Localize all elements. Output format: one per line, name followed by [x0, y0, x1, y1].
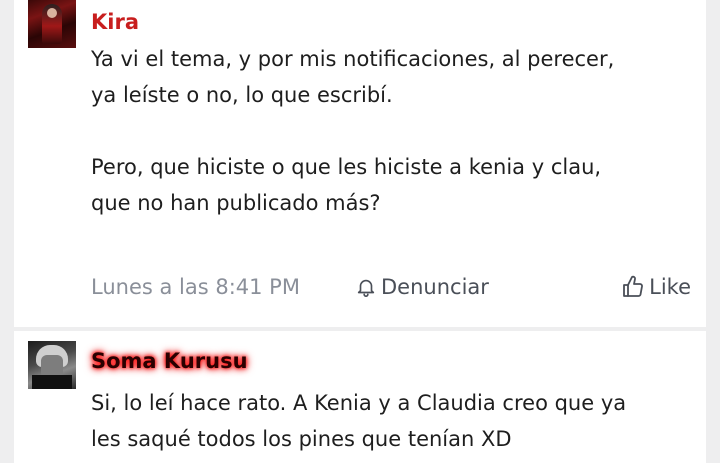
comments-page: Kira Ya vi el tema, y por mis notificaci… [0, 0, 720, 463]
comment-message: Ya vi el tema, y por mis notificaciones,… [91, 47, 615, 215]
report-label: Denunciar [381, 275, 489, 299]
like-button[interactable]: Like [621, 269, 691, 305]
comment-timestamp: Lunes a las 8:41 PM [91, 275, 300, 299]
comment-username[interactable]: Soma Kurusu [91, 348, 248, 374]
comment-meta: Lunes a las 8:41 PM Denunciar Like [91, 269, 691, 305]
comment-message: Si, lo leí hace rato. A Kenia y a Claudi… [91, 391, 627, 451]
comment-username[interactable]: Kira [91, 9, 139, 35]
report-button[interactable]: Denunciar [355, 269, 489, 305]
avatar[interactable] [28, 0, 76, 48]
comment-card: Soma Kurusu Si, lo leí hace rato. A Keni… [14, 331, 706, 463]
like-label: Like [649, 275, 691, 299]
bell-icon [357, 279, 375, 297]
comment-card: Kira Ya vi el tema, y por mis notificaci… [14, 0, 706, 327]
avatar[interactable] [28, 341, 76, 389]
thumbs-up-icon [623, 275, 644, 297]
